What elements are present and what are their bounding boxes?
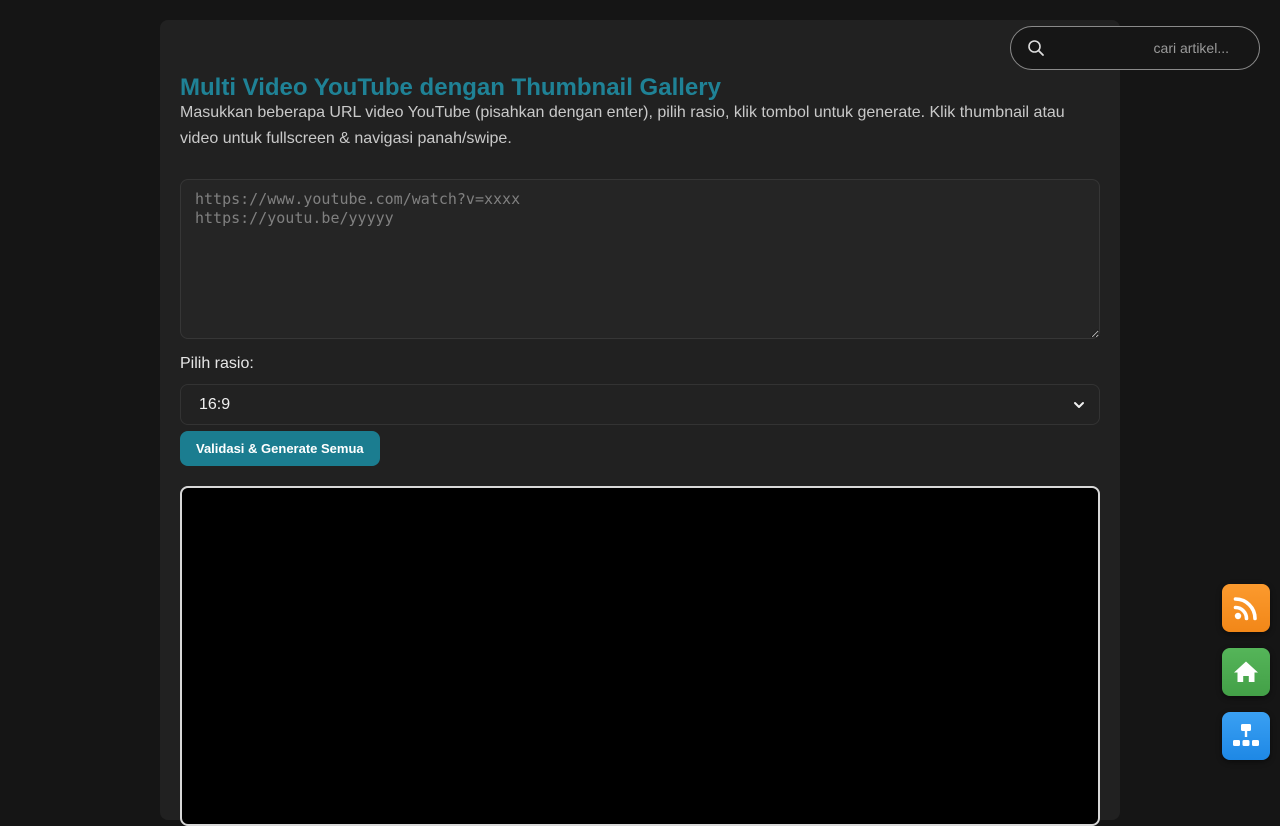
- rss-icon: [1233, 597, 1257, 621]
- chevron-down-icon: [1074, 401, 1084, 408]
- sitemap-button[interactable]: [1222, 712, 1270, 760]
- page-title: Multi Video YouTube dengan Thumbnail Gal…: [180, 74, 721, 101]
- generate-button[interactable]: Validasi & Generate Semua: [180, 431, 380, 466]
- ratio-label: Pilih rasio:: [180, 355, 254, 372]
- main-card: Multi Video YouTube dengan Thumbnail Gal…: [160, 20, 1120, 826]
- ratio-select[interactable]: 16:9: [180, 384, 1100, 425]
- video-urls-input[interactable]: [180, 179, 1100, 339]
- page-description: Masukkan beberapa URL video YouTube (pis…: [180, 104, 1065, 147]
- video-player[interactable]: [180, 486, 1100, 826]
- search-icon: [1028, 40, 1044, 56]
- search-input[interactable]: [1051, 39, 1231, 57]
- sitemap-icon: [1233, 724, 1259, 746]
- rss-button[interactable]: [1222, 584, 1270, 632]
- home-button[interactable]: [1222, 648, 1270, 696]
- ratio-select-value: 16:9: [199, 395, 231, 413]
- home-icon: [1234, 661, 1258, 682]
- search-box[interactable]: [1010, 26, 1260, 70]
